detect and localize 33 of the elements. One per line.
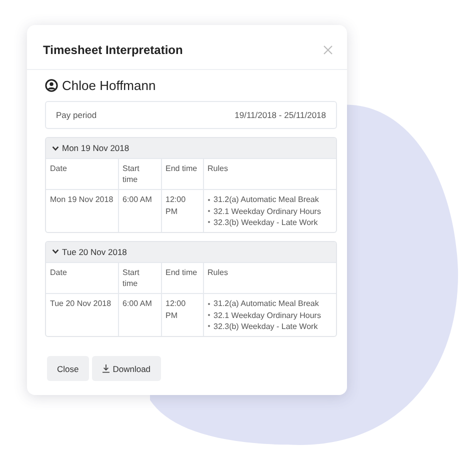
date-cell: Tue 20 Nov 2018 <box>50 299 112 308</box>
pay-period-value: 19/11/2018 - 25/11/2018 <box>234 110 326 120</box>
rule-text: 31.2(a) Automatic Meal Break <box>214 194 319 206</box>
start-time-cell: 6:00 AM <box>122 299 152 308</box>
day-heading: Mon 19 Nov 2018 <box>62 143 130 153</box>
day-header[interactable]: Mon 19 Nov 2018 <box>46 138 336 158</box>
rule-text: 32.1 Weekday Ordinary Hours <box>214 310 321 321</box>
user-icon <box>45 79 58 92</box>
column-header: Rules <box>208 164 228 173</box>
column-header: Rules <box>208 268 228 277</box>
column-header: End time <box>166 268 198 277</box>
start-time-cell: 6:00 AM <box>122 195 152 204</box>
column-header: End time <box>166 164 198 173</box>
employee-name: Chloe Hoffmann <box>62 78 156 93</box>
day-heading: Tue 20 Nov 2018 <box>62 246 127 257</box>
close-icon[interactable] <box>323 45 333 55</box>
column-header: Date <box>50 268 67 277</box>
column-header: Start time <box>122 164 140 184</box>
date-cell: Mon 19 Nov 2018 <box>50 195 114 204</box>
rule-text: 32.3(b) Weekday - Late Work <box>214 216 318 228</box>
rule-text: 32.3(b) Weekday - Late Work <box>214 320 318 332</box>
pay-period-label: Pay period <box>56 110 97 120</box>
close-button[interactable]: Close <box>47 356 89 381</box>
column-header: Date <box>50 164 67 173</box>
day-header[interactable]: Tue 20 Nov 2018 <box>46 242 336 262</box>
end-time-cell: 12:00 PM <box>166 299 186 320</box>
download-button[interactable]: Download <box>92 356 161 381</box>
download-icon <box>102 364 110 373</box>
column-header: Start time <box>122 268 140 288</box>
rule-text: 32.1 Weekday Ordinary Hours <box>214 206 321 217</box>
dialog-title: Timesheet Interpretation <box>43 43 183 57</box>
end-time-cell: 12:00 PM <box>166 195 186 216</box>
rule-text: 31.2(a) Automatic Meal Break <box>214 298 319 310</box>
